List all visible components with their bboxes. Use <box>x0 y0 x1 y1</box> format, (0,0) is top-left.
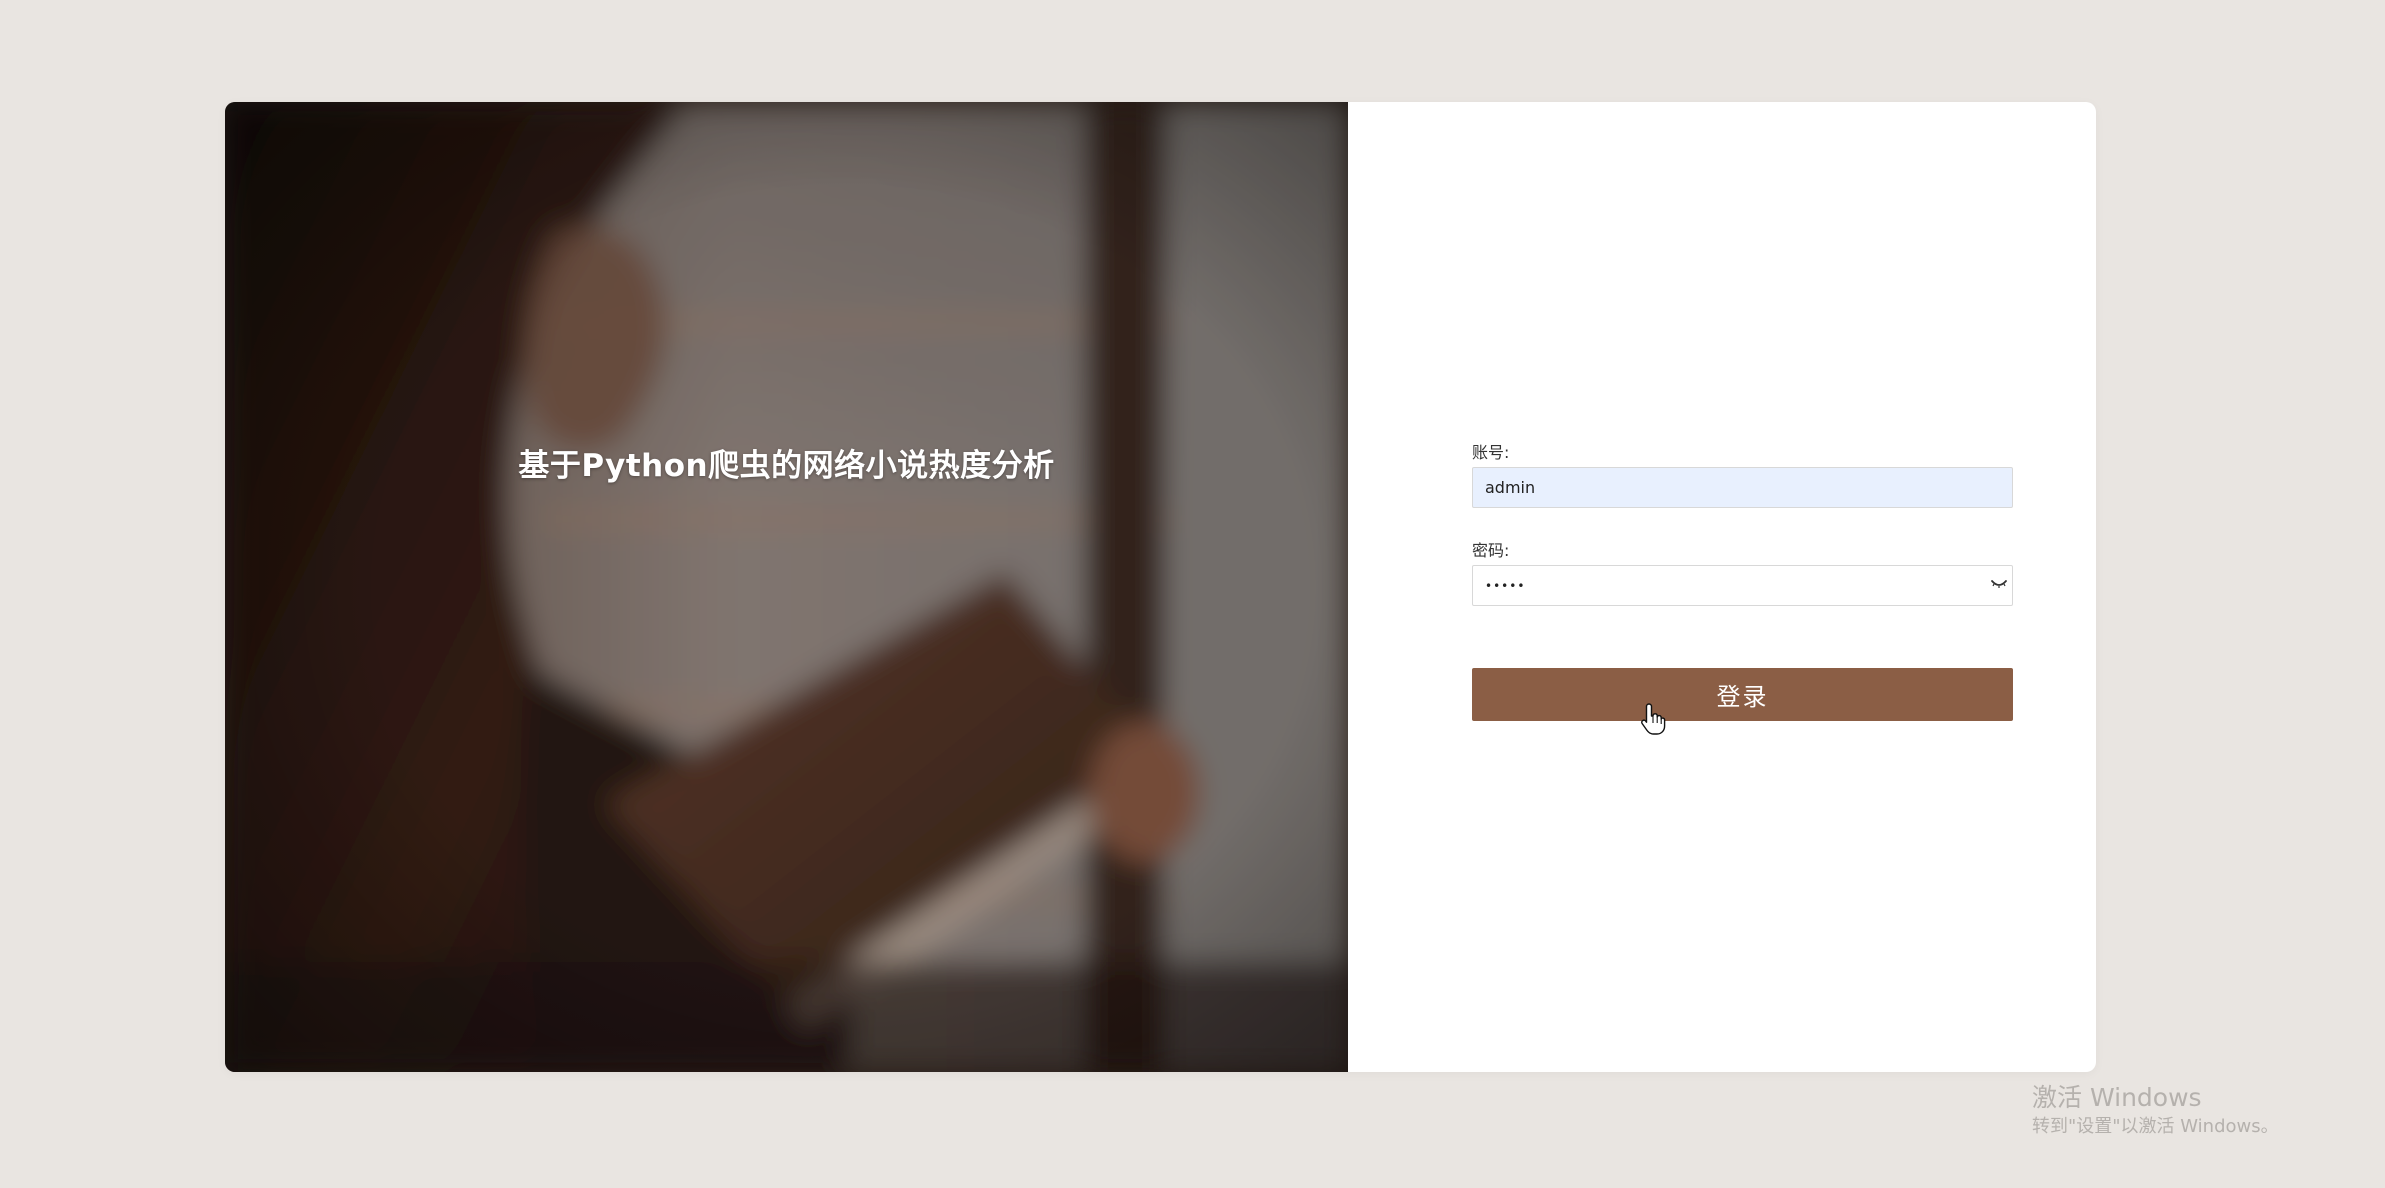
woman-reading-book-photo <box>225 102 1348 1072</box>
watermark-title: 激活 Windows <box>2032 1083 2202 1112</box>
hero-photo: 基于Python爬虫的网络小说热度分析 <box>225 102 1348 1072</box>
login-card: 基于Python爬虫的网络小说热度分析 账号: 密码: 登录 <box>225 102 2096 1072</box>
username-label: 账号: <box>1472 443 1510 462</box>
app-title: 基于Python爬虫的网络小说热度分析 <box>518 448 1055 484</box>
eye-closed-icon[interactable] <box>1991 578 2007 590</box>
password-label: 密码: <box>1472 541 1510 560</box>
login-form: 账号: 密码: 登录 <box>1472 442 2013 721</box>
username-input[interactable] <box>1472 467 2013 508</box>
password-input[interactable] <box>1472 565 2013 606</box>
password-field-wrapper <box>1472 562 2013 606</box>
watermark-subtitle: 转到"设置"以激活 Windows。 <box>2032 1116 2279 1137</box>
windows-activation-watermark: 激活 Windows 转到"设置"以激活 Windows。 <box>2032 1082 2279 1140</box>
login-button[interactable]: 登录 <box>1472 668 2013 721</box>
